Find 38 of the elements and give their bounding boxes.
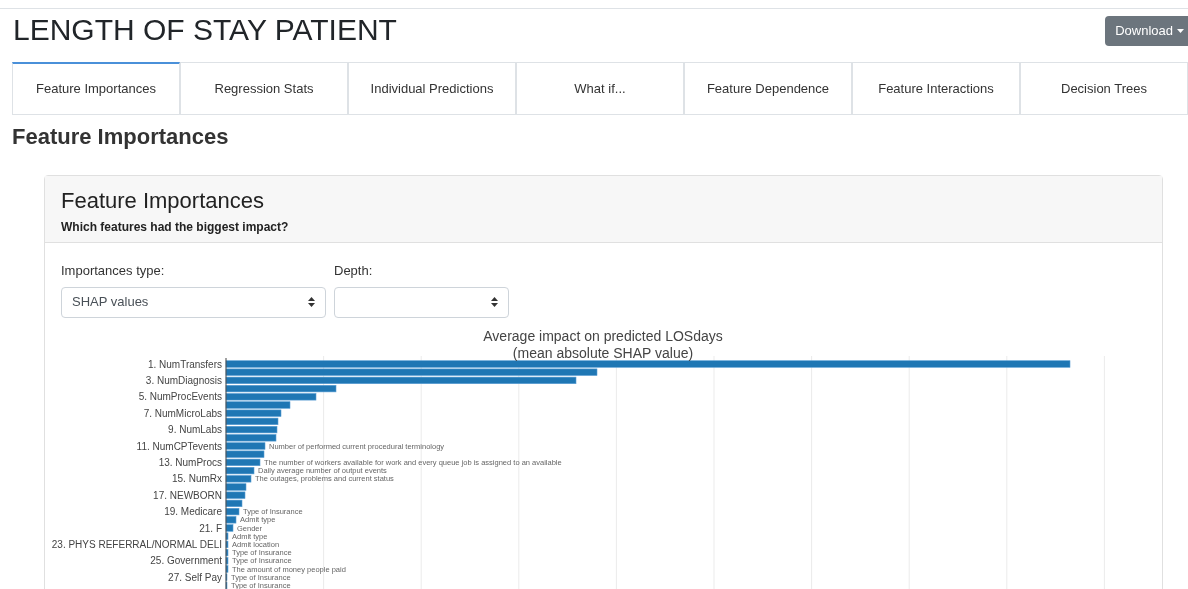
feature-label: 1. NumTransfers xyxy=(147,358,222,369)
feature-label: 7. NumMicroLabs xyxy=(143,407,222,419)
feature-label: 27. Self Pay xyxy=(168,571,222,583)
bar xyxy=(225,441,266,450)
select-field[interactable]: SHAP values xyxy=(61,286,326,318)
feature-label: 25. Government xyxy=(150,554,222,566)
feature-label: 5. NumProcEvents xyxy=(138,390,222,402)
field-label: Depth: xyxy=(334,262,374,280)
card-subtitle: Which features had the biggest impact? xyxy=(61,219,290,236)
feature-label: 3. NumDiagnosis xyxy=(145,374,222,386)
feature-label: 21. F xyxy=(199,522,222,533)
feature-label: 23. PHYS REFERRAL/NORMAL DELI xyxy=(51,538,222,550)
caret-icon xyxy=(1177,29,1184,33)
field-label: Importances type: xyxy=(61,262,166,280)
feature-label: 11. NumCPTevents xyxy=(136,440,222,451)
bar xyxy=(225,400,291,409)
up-down-caret-icon xyxy=(491,297,498,307)
feature-label: 15. NumRx xyxy=(172,472,222,484)
up-down-caret-icon xyxy=(308,297,315,307)
page-title: LENGTH OF STAY PATIENT xyxy=(13,12,397,48)
card-title: Feature Importances xyxy=(61,188,265,214)
feature-label: 9. NumLabs xyxy=(168,423,222,435)
chart-title: Average impact on predicted LOSdays xyxy=(483,327,723,344)
tab[interactable]: What if... xyxy=(516,62,684,114)
tab[interactable]: Feature Importances xyxy=(12,62,180,114)
feature-label: 17. NEWBORN xyxy=(153,489,222,501)
tab[interactable]: Regression Stats xyxy=(180,62,348,114)
tab[interactable]: Feature Interactions xyxy=(852,62,1020,114)
select-field[interactable] xyxy=(334,286,509,318)
download-button[interactable]: Download xyxy=(1105,16,1188,46)
feature-label: 13. NumProcs xyxy=(158,456,222,468)
chart-title: (mean absolute SHAP value) xyxy=(512,344,694,361)
bar xyxy=(225,482,247,491)
tab[interactable]: Feature Dependence xyxy=(684,62,852,114)
tab[interactable]: Decision Trees xyxy=(1020,62,1188,114)
section-heading: Feature Importances xyxy=(12,123,230,151)
tab[interactable]: Individual Predictions xyxy=(348,62,516,114)
feature-label: 19. Medicare xyxy=(164,505,222,517)
